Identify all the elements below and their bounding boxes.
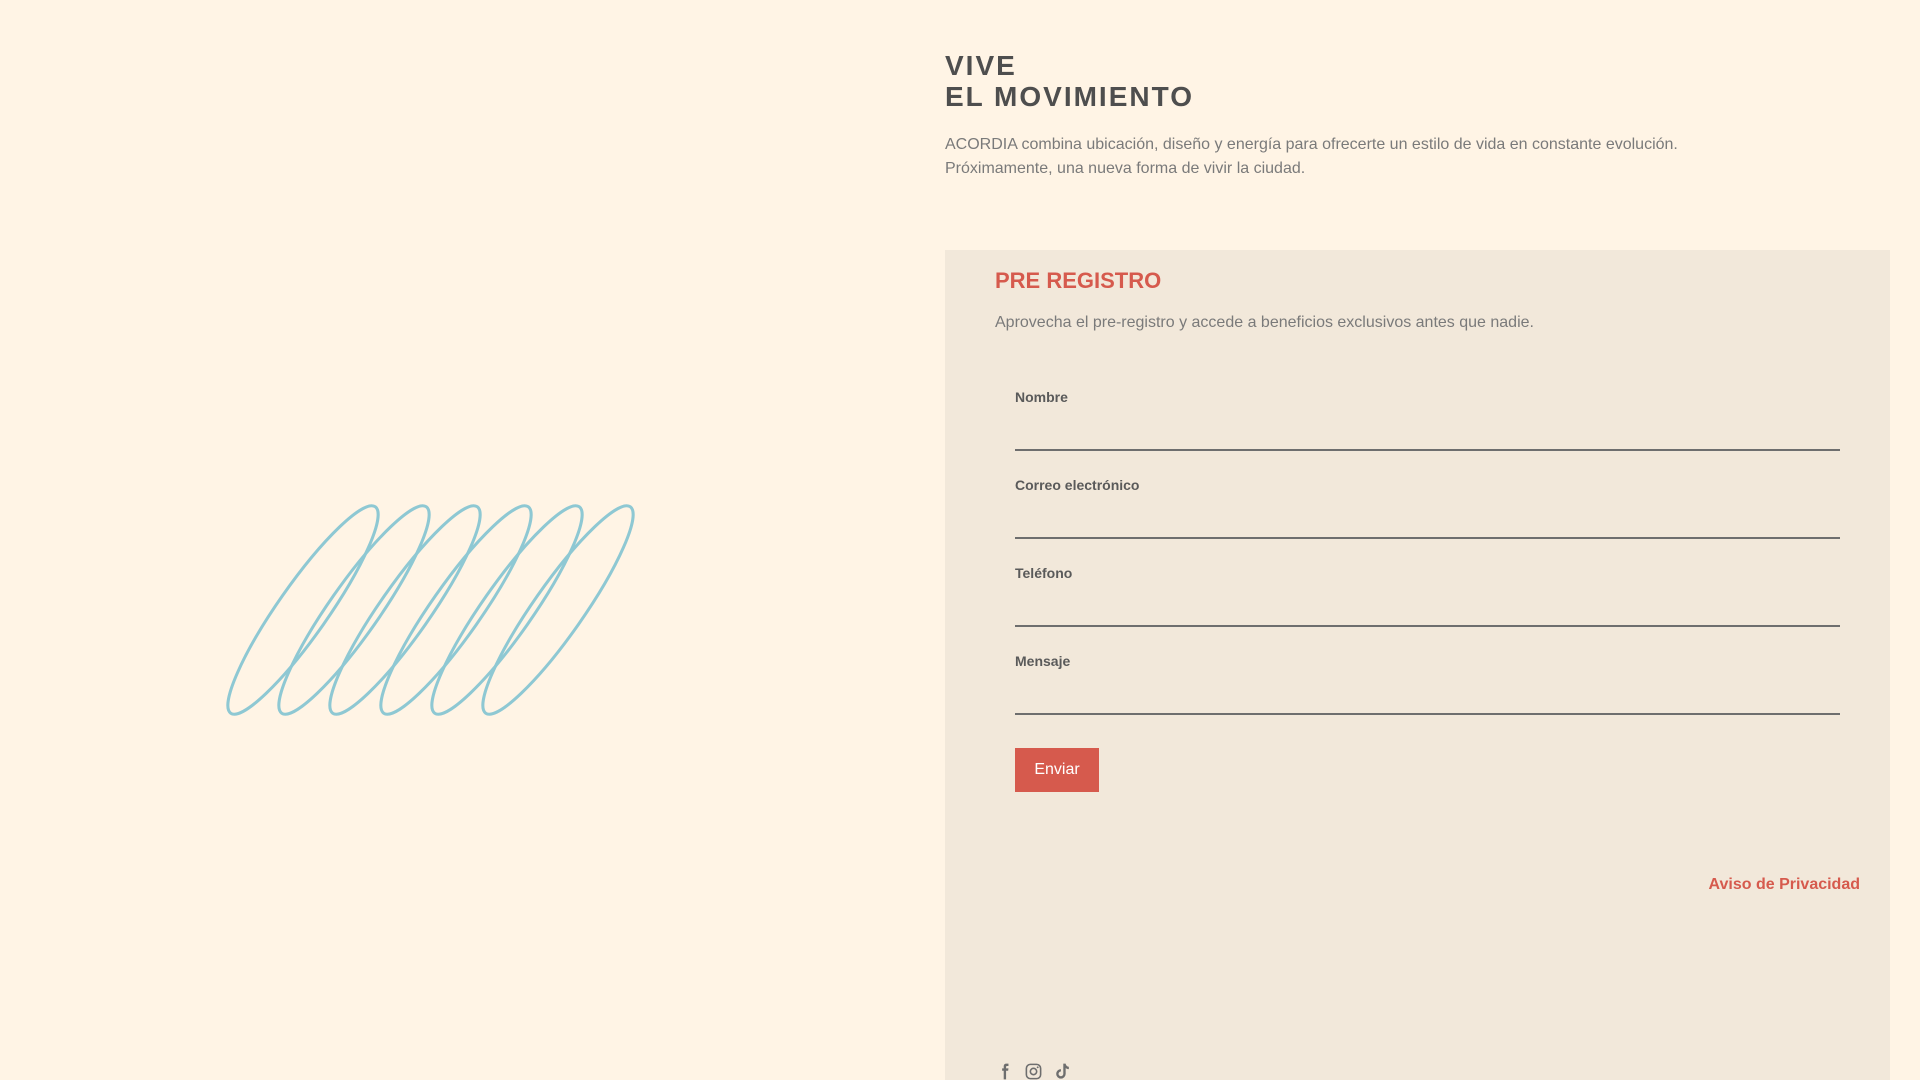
hero-title: VIVE EL MOVIMIENTO [945,50,1885,112]
message-input[interactable] [1015,675,1840,715]
hero-description-line1: ACORDIA combina ubicación, diseño y ener… [945,136,1678,153]
name-field-group: Nombre [1015,389,1840,461]
facebook-link[interactable] [995,1062,1014,1080]
tiktok-icon [1056,1063,1069,1079]
form-title: PRE REGISTRO [995,268,1162,293]
message-field-group: Mensaje [1015,653,1840,725]
tiktok-link[interactable] [1053,1062,1072,1080]
phone-label: Teléfono [1015,565,1073,581]
email-field-group: Correo electrónico [1015,477,1840,549]
hero-description-line2: Próximamente, una nueva forma de vivir l… [945,160,1306,177]
facebook-icon [1002,1063,1009,1080]
email-label: Correo electrónico [1015,477,1140,493]
pre-registration-panel: PRE REGISTRO Aprovecha el pre-registro y… [945,250,1890,1080]
submit-button[interactable]: Enviar [1015,748,1099,792]
form-subtitle: Aprovecha el pre-registro y accede a ben… [995,314,1534,331]
phone-input[interactable] [1015,587,1840,627]
hero-title-line2: EL MOVIMIENTO [945,81,1194,112]
social-links [995,1062,1072,1080]
logo-loops-graphic [226,504,635,716]
landing-page: VIVE EL MOVIMIENTO ACORDIA combina ubica… [0,0,1920,1080]
hero-section: VIVE EL MOVIMIENTO ACORDIA combina ubica… [945,50,1885,181]
hero-description: ACORDIA combina ubicación, diseño y ener… [945,133,1885,181]
message-label: Mensaje [1015,653,1071,669]
phone-field-group: Teléfono [1015,565,1840,637]
name-input[interactable] [1015,411,1840,451]
hero-title-line1: VIVE [945,50,1017,81]
instagram-link[interactable] [1024,1062,1043,1080]
name-label: Nombre [1015,389,1068,405]
privacy-notice-link[interactable]: Aviso de Privacidad [1709,876,1860,894]
instagram-icon [1025,1063,1042,1080]
email-input[interactable] [1015,499,1840,539]
